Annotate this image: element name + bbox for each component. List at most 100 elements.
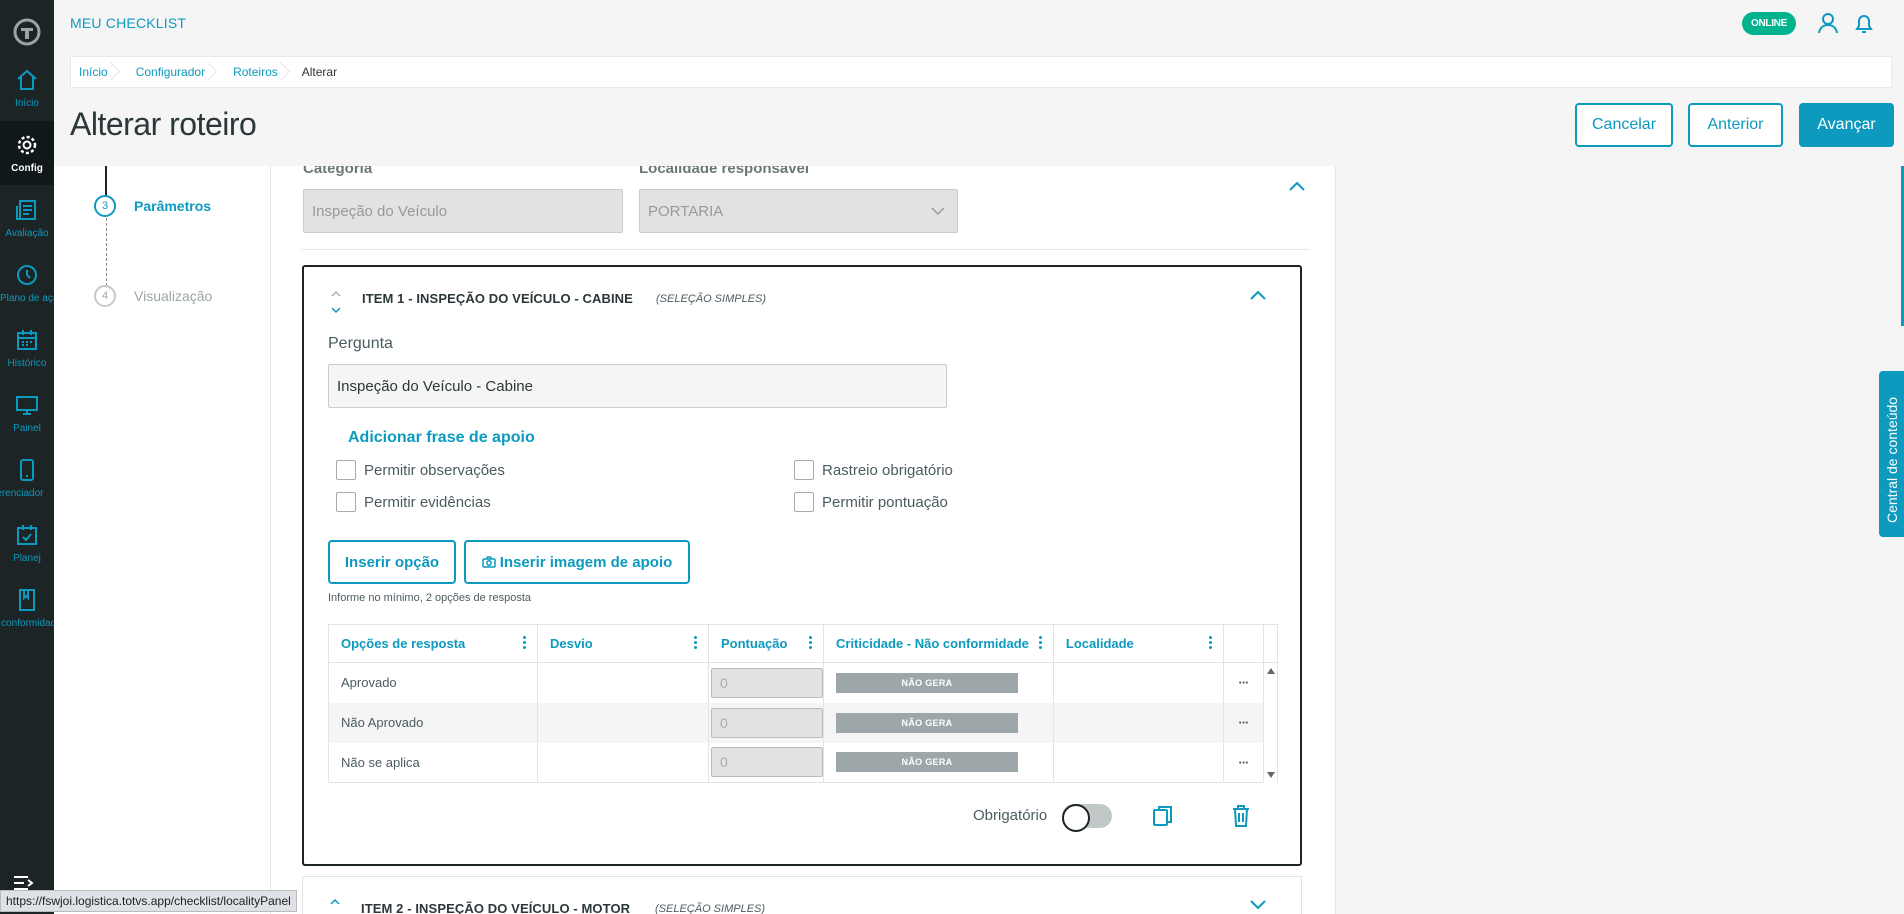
required-label: Obrigatório — [973, 807, 1048, 824]
deviation-cell[interactable] — [537, 662, 709, 703]
criticality-badge: NÃO GERA — [836, 752, 1018, 773]
header-divider — [302, 249, 1310, 250]
question-label: Pergunta — [328, 335, 393, 352]
stepper-divider — [270, 166, 271, 914]
breadcrumb-item-roteiros[interactable]: Roteiros — [215, 56, 288, 88]
column-header-criticality[interactable]: Criticidade - Não conformidade — [823, 624, 1054, 663]
grid-scrollbar[interactable] — [1262, 662, 1278, 783]
trash-icon[interactable] — [1231, 804, 1251, 828]
min-options-hint: Informe no mínimo, 2 opções de resposta — [328, 592, 531, 604]
sidebar-item-planej[interactable]: Planej — [0, 511, 54, 575]
add-support-phrase-link[interactable]: Adicionar frase de apoio — [348, 429, 535, 447]
home-icon — [17, 69, 37, 90]
required-toggle[interactable] — [1062, 804, 1112, 832]
table-row[interactable]: Não se aplica 0 NÃO GERA ··· — [328, 742, 1278, 783]
totvs-logo-icon[interactable] — [0, 14, 54, 50]
previous-button[interactable]: Anterior — [1688, 103, 1783, 147]
cancel-button[interactable]: Cancelar — [1575, 103, 1673, 147]
scroll-up-icon[interactable] — [1266, 667, 1276, 675]
score-input: 0 — [711, 707, 823, 738]
breadcrumb-item-alterar: Alterar — [301, 65, 338, 79]
insert-option-button[interactable]: Inserir opção — [328, 540, 456, 584]
table-row[interactable]: Aprovado 0 NÃO GERA ··· — [328, 662, 1278, 783]
expand-item-icon[interactable] — [1248, 897, 1268, 911]
sidebar-item-gerenciador[interactable]: Gerenciador — [0, 446, 54, 510]
item-1-card: ITEM 1 - INSPEÇÃO DO VEÍCULO - CABINE (S… — [302, 265, 1302, 866]
locality-select: PORTARIA — [639, 189, 958, 233]
deviation-cell[interactable] — [537, 702, 709, 743]
deviation-cell[interactable] — [537, 742, 709, 783]
content-center-tab[interactable]: Central de conteúdo — [1879, 371, 1904, 537]
user-icon[interactable] — [1816, 11, 1840, 35]
reorder-icon[interactable] — [329, 897, 341, 907]
sidebar-item-config[interactable]: Config — [0, 121, 54, 185]
locality-cell[interactable] — [1052, 742, 1224, 783]
checkbox-box[interactable] — [336, 460, 356, 480]
report-icon — [16, 199, 36, 220]
breadcrumb-item-configurador[interactable]: Configurador — [118, 56, 215, 88]
step-3-circle[interactable]: 3 — [94, 195, 116, 217]
criticality-badge: NÃO GERA — [836, 672, 1018, 693]
breadcrumb: Início Configurador Roteiros Alterar — [70, 56, 1892, 88]
sidebar-item-inicio[interactable]: Início — [0, 56, 54, 120]
row-more-button[interactable]: ··· — [1222, 662, 1264, 703]
status-bar-url: https://fswjoi.logistica.totvs.app/check… — [0, 890, 297, 912]
column-menu-icon[interactable] — [523, 636, 527, 652]
table-row[interactable]: Não Aprovado 0 NÃO GERA ··· — [328, 702, 1278, 743]
reorder-icon[interactable] — [330, 289, 342, 315]
sidebar-item-historico[interactable]: Histórico — [0, 316, 54, 380]
allow-scoring-checkbox[interactable]: Permitir pontuação — [794, 492, 948, 512]
column-header-options[interactable]: Opções de resposta — [328, 624, 538, 663]
required-tracking-checkbox[interactable]: Rastreio obrigatório — [794, 460, 953, 480]
locality-cell[interactable] — [1052, 702, 1224, 743]
column-header-deviation[interactable]: Desvio — [537, 624, 709, 663]
allow-evidence-checkbox[interactable]: Permitir evidências — [336, 492, 491, 512]
locality-label: Localidade responsável — [639, 166, 810, 177]
column-menu-icon[interactable] — [694, 636, 698, 652]
monitor-icon — [16, 395, 38, 415]
bell-icon[interactable] — [1852, 11, 1876, 35]
row-more-button[interactable]: ··· — [1222, 702, 1264, 743]
step-4-circle[interactable]: 4 — [94, 285, 116, 307]
sidebar: Início Config Avaliação Plano de ação Hi… — [0, 0, 54, 914]
clock-icon — [17, 264, 37, 285]
next-button[interactable]: Avançar — [1799, 103, 1894, 147]
column-menu-icon[interactable] — [1038, 636, 1043, 652]
column-menu-icon[interactable] — [1208, 636, 1213, 652]
item-2-subtitle: (SELEÇÃO SIMPLES) — [655, 903, 766, 914]
column-header-locality[interactable]: Localidade — [1052, 624, 1224, 663]
checkbox-box[interactable] — [794, 492, 814, 512]
row-more-button[interactable]: ··· — [1222, 742, 1264, 783]
item-2-title: ITEM 2 - INSPEÇÃO DO VEÍCULO - MOTOR — [361, 901, 631, 914]
checkbox-box[interactable] — [336, 492, 356, 512]
calendar-icon — [17, 329, 37, 350]
item-1-subtitle: (SELEÇÃO SIMPLES) — [656, 293, 767, 305]
sidebar-item-nao-conformidade[interactable]: Não conformidade — [0, 576, 54, 640]
item-1-title: ITEM 1 - INSPEÇÃO DO VEÍCULO - CABINE — [362, 291, 633, 306]
column-header-actions — [1222, 624, 1264, 663]
step-4-label[interactable]: Visualização — [134, 288, 212, 304]
collapse-header-icon[interactable] — [1287, 178, 1307, 194]
sidebar-item-painel[interactable]: Painel — [0, 381, 54, 445]
step-3-label[interactable]: Parâmetros — [134, 198, 211, 214]
allow-observations-checkbox[interactable]: Permitir observações — [336, 460, 505, 480]
score-input: 0 — [711, 667, 823, 698]
column-header-score[interactable]: Pontuação — [708, 624, 824, 663]
locality-select-value: PORTARIA — [648, 202, 724, 220]
sidebar-item-avaliacao[interactable]: Avaliação — [0, 186, 54, 250]
collapse-item-icon[interactable] — [1248, 287, 1268, 303]
breadcrumb-item-inicio[interactable]: Início — [71, 56, 118, 88]
locality-cell[interactable] — [1052, 662, 1224, 703]
insert-support-image-button[interactable]: Inserir imagem de apoio — [464, 540, 690, 584]
question-input[interactable]: Inspeção do Veículo - Cabine — [328, 364, 947, 408]
camera-icon — [481, 556, 496, 568]
checkbox-box[interactable] — [794, 460, 814, 480]
column-menu-icon[interactable] — [809, 636, 813, 652]
category-field: Inspeção do Veículo — [303, 189, 623, 233]
chevron-down-icon — [931, 207, 945, 216]
scroll-down-icon[interactable] — [1266, 771, 1276, 779]
online-status-badge: ONLINE — [1742, 12, 1796, 35]
copy-icon[interactable] — [1152, 804, 1174, 828]
sidebar-item-plano-acao[interactable]: Plano de ação — [0, 251, 54, 315]
option-cell: Aprovado — [328, 662, 538, 703]
